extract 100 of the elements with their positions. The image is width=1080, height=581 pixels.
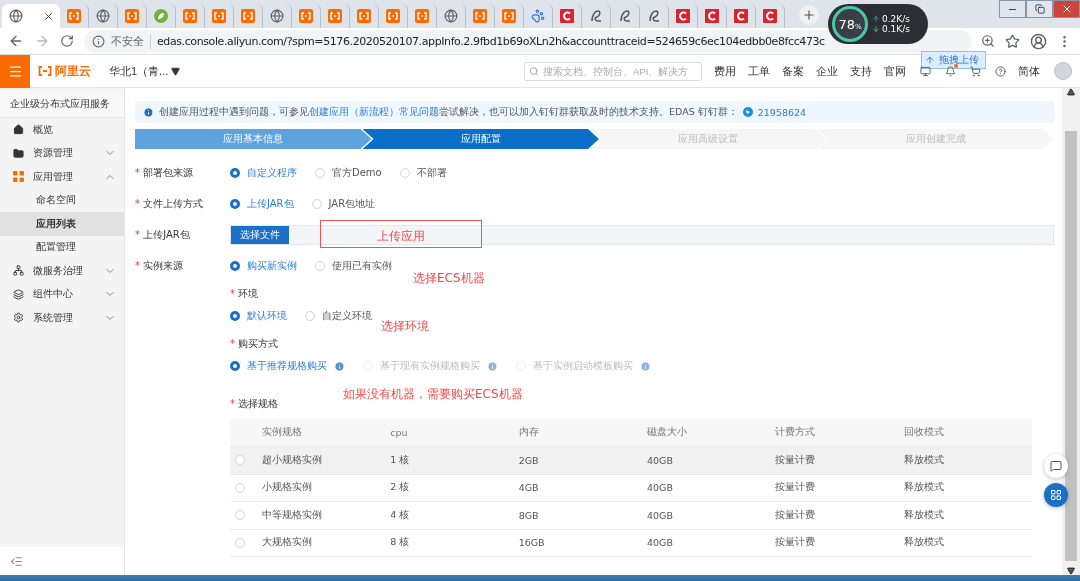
zoom-icon[interactable] [981,34,995,48]
bookmark-star-icon[interactable] [1005,33,1020,49]
sidebar-item[interactable]: 概览 [0,118,124,142]
security-label: 不安全 [111,33,151,49]
menu-button[interactable] [0,54,30,88]
nav-link[interactable]: 备案 [782,63,804,79]
restore-button[interactable] [1026,0,1053,18]
nav-link[interactable]: 工单 [748,63,770,79]
upload-arrow-icon [872,15,880,23]
account-icon[interactable] [1030,32,1047,50]
sidebar-subitem[interactable]: 应用列表 [0,212,124,236]
table-cell-text: 40GB [647,482,674,494]
help-icon[interactable] [995,65,1006,77]
nav-link[interactable]: 官网 [884,63,906,79]
crescent-logo-icon [734,9,748,23]
apps-button[interactable] [1044,483,1068,507]
table-cell-text: 8 核 [390,536,411,550]
globe-icon [270,9,284,23]
radio-option[interactable]: 上传JAR包 [230,196,294,211]
new-tab-button[interactable] [799,5,819,25]
radio-option[interactable]: 自定义程序 [230,165,297,180]
step: 应用基本信息 [135,129,372,149]
column-header: 内存 [518,426,540,439]
radio-option[interactable]: 购买新实例 [230,258,297,273]
feedback-button[interactable] [1044,454,1068,478]
scroll-up-icon[interactable] [1067,88,1075,96]
close-icon[interactable] [43,10,54,22]
group-number-link[interactable]: 21958624 [757,106,807,118]
row-radio[interactable] [235,537,245,548]
minimize-button[interactable] [999,0,1026,18]
upload-button[interactable]: 拖拽上传 [921,51,986,69]
info-icon [143,106,154,118]
bracket-logo-icon [125,9,139,23]
close-button[interactable] [1053,0,1080,18]
restore-icon [1034,4,1045,14]
column-header: cpu [390,427,409,438]
nav-link[interactable]: 企业 [816,63,838,79]
folder-icon [13,147,24,159]
bell-icon[interactable] [945,65,956,77]
notice-text: 创建应用过程中遇到问题，可参见创建应用（新流程）常见问题尝试解决，也可以加入钉钉群获取及时的技术支持。EDAS 钉钉群： [159,105,738,119]
sidebar-title: 企业级分布式应用服务 [0,90,124,118]
table-row[interactable]: 超小规格实例 1 核 2GB 40GB 按量计费 释放模式 [230,447,1032,475]
radio-option[interactable]: 官方Demo [315,165,382,180]
radio-option[interactable]: 使用已有实例 [315,258,392,273]
sidebar-item[interactable]: 应用管理 [0,165,124,189]
table-cell-text: 2 核 [390,481,411,495]
scrollbar[interactable] [1062,88,1080,575]
bracket-logo-icon [386,9,400,23]
logo-icon [38,66,52,76]
sidebar-subitem[interactable]: 配置管理 [0,235,124,259]
choose-file-button[interactable]: 选择文件 [231,225,289,244]
row-radio[interactable] [235,510,245,521]
field-label: * 文件上传方式 [135,196,205,211]
back-icon[interactable] [8,33,24,49]
annotation: 选择ECS机器 [413,270,485,287]
collapse-icon[interactable] [10,554,23,568]
sidebar-item[interactable]: 微服务治理 [0,259,124,283]
region-dropdown[interactable]: 华北1（青... [109,63,181,79]
globe-icon [96,9,110,23]
row-radio[interactable] [235,482,245,493]
cart-icon[interactable] [970,65,981,77]
annotation: 如果没有机器，需要购买ECS机器 [343,386,523,403]
radio-option[interactable]: JAR包地址 [311,196,376,211]
radio-option[interactable]: 不部署 [399,165,447,180]
scroll-down-icon[interactable] [1067,567,1075,575]
search-field[interactable]: 搜索文档、控制台、API、解决方 [524,61,702,81]
table-cell-text: 超小规格实例 [262,453,323,467]
globe-icon [444,9,458,23]
table-cell-text: 按量计费 [775,536,817,550]
menu-icon [7,63,23,79]
table-cell-text: 40GB [647,509,674,521]
field-label: * 购买方式 [230,337,279,351]
language-link[interactable]: 简体 [1018,63,1040,79]
radio-option[interactable]: 基于推荐规格购买 [230,359,345,373]
nav-link[interactable]: 费用 [714,63,736,79]
faq-link[interactable]: 创建应用（新流程）常见问题 [309,105,439,117]
message-icon [1050,460,1062,472]
crescent-logo-icon [705,9,719,23]
radio-option[interactable]: 默认环境 [230,309,287,323]
caret-icon [171,66,181,76]
table-cell-text: 释放模式 [903,508,945,522]
radio-option[interactable]: 自定义环境 [305,309,372,323]
home-icon [13,124,24,136]
browser-tab[interactable] [2,4,60,28]
reload-icon[interactable] [60,34,74,48]
sidebar-item[interactable]: 组件中心 [0,282,124,306]
field-label: * 部署包来源 [135,165,195,180]
sidebar-item[interactable]: 资源管理 [0,141,124,165]
sidebar-subitem[interactable]: 命名空间 [0,188,124,212]
screen-icon[interactable] [920,65,931,77]
nav-link[interactable]: 支持 [850,63,872,79]
annotation: 上传应用 [320,220,482,248]
logo-text: 阿里云 [55,62,91,80]
row-radio[interactable] [235,455,245,466]
download-arrow-icon [872,25,880,33]
bracket-logo-icon [502,9,516,23]
chat-bubble-icon [742,107,753,117]
search-icon [529,65,540,77]
sidebar-item[interactable]: 系统管理 [0,306,124,330]
network-icon [13,265,24,277]
